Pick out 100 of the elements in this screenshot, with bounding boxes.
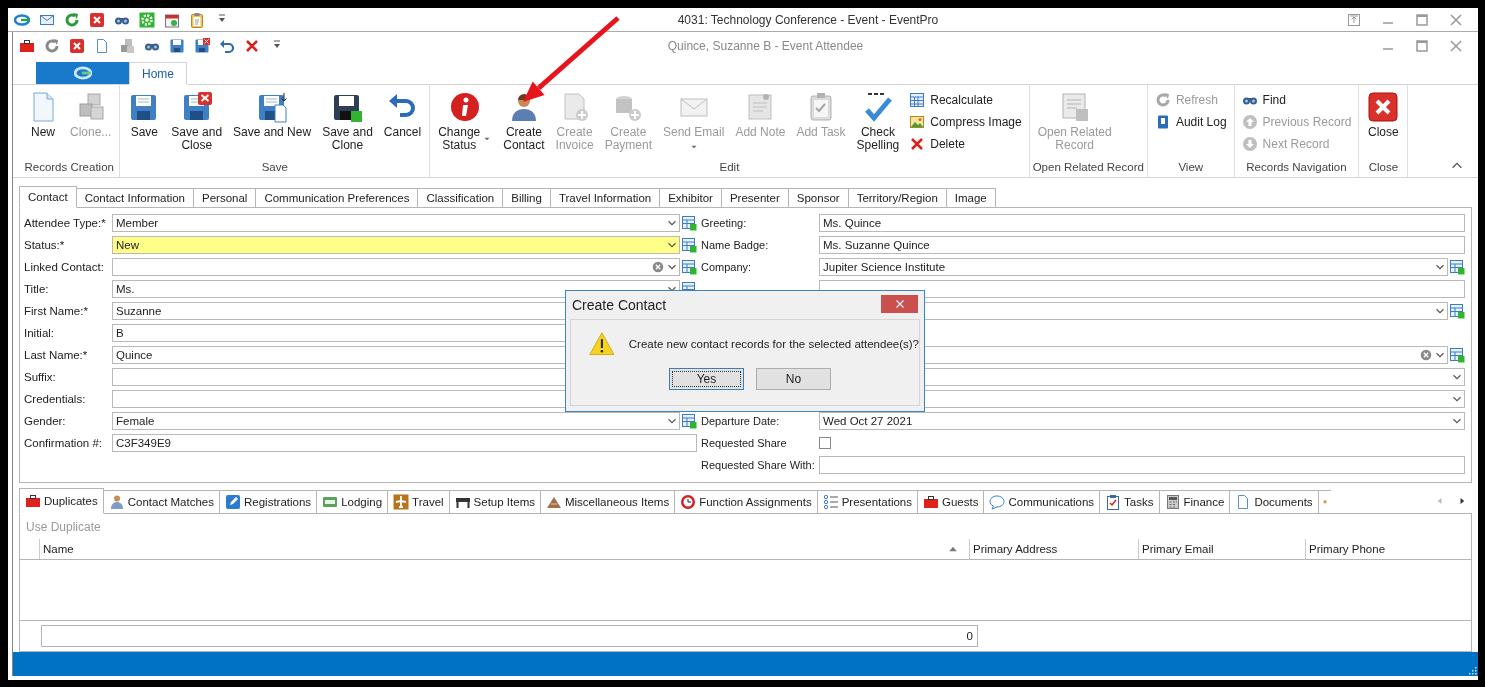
- window-float-icon[interactable]: [1346, 11, 1362, 28]
- form-tab[interactable]: Contact Information: [76, 188, 194, 208]
- detail-tab[interactable]: Miscellaneous Items: [540, 490, 676, 514]
- text-field[interactable]: [819, 280, 1465, 298]
- close-square-icon[interactable]: [89, 11, 105, 28]
- lookup-grid-icon[interactable]: [681, 413, 697, 429]
- close-icon: [1367, 91, 1400, 123]
- form-tab[interactable]: Presenter: [721, 188, 789, 208]
- delete-icon: [909, 136, 926, 152]
- document-icon[interactable]: [94, 38, 110, 54]
- detail-tab[interactable]: Contact Matches: [103, 490, 220, 514]
- lookup-grid-icon[interactable]: [681, 259, 697, 275]
- combo-box[interactable]: Member: [112, 214, 680, 232]
- detail-tab[interactable]: Setup Items: [449, 490, 541, 514]
- combo-box[interactable]: Female: [112, 412, 680, 430]
- floppy-disk-icon: [256, 91, 289, 123]
- ribbon-button[interactable]: Change Status: [433, 89, 498, 154]
- clear-icon[interactable]: [651, 260, 665, 274]
- detail-tab[interactable]: Lodging: [317, 490, 389, 514]
- form-tab[interactable]: Territory/Region: [848, 188, 947, 208]
- form-tab[interactable]: Billing: [503, 188, 551, 208]
- detail-tab[interactable]: Guests: [918, 490, 985, 514]
- ribbon-button[interactable]: Find: [1237, 89, 1356, 111]
- ribbon-button[interactable]: Delete: [905, 133, 1026, 155]
- combo-box[interactable]: Ms.: [112, 280, 680, 298]
- ribbon-button[interactable]: Close: [1362, 89, 1405, 141]
- clipboard-icon[interactable]: [189, 11, 205, 28]
- detail-tab[interactable]: Documents: [1230, 490, 1319, 514]
- ribbon-button[interactable]: Recalculate: [905, 89, 1026, 111]
- ribbon-button[interactable]: Cancel: [378, 89, 427, 141]
- detail-tab[interactable]: Duplicates: [19, 488, 104, 514]
- total-field: 0: [41, 625, 978, 647]
- gear-icon[interactable]: [139, 11, 155, 28]
- form-tab[interactable]: Communication Preferences: [256, 188, 419, 208]
- ribbon-button[interactable]: Save: [123, 89, 166, 141]
- dialog-button[interactable]: No: [756, 368, 831, 390]
- group-label: Close: [1367, 160, 1400, 175]
- column-header[interactable]: Primary Address: [970, 539, 1139, 559]
- combo-box[interactable]: New: [112, 236, 680, 254]
- ribbon-button[interactable]: New: [22, 89, 64, 141]
- column-header[interactable]: Name: [40, 539, 970, 559]
- combo-box[interactable]: Jupiter Science Institute: [819, 258, 1448, 276]
- form-tab[interactable]: Exhibitor: [660, 188, 722, 208]
- detail-tab[interactable]: Tasks: [1100, 490, 1160, 514]
- clear-icon[interactable]: [1419, 348, 1433, 362]
- text-field[interactable]: C3F349E9: [112, 434, 697, 452]
- window-title: 4031: Technology Conference - Event - EventPro: [676, 12, 939, 27]
- application-menu-button[interactable]: [36, 62, 129, 84]
- ribbon-button[interactable]: Save and Close: [166, 89, 228, 154]
- field-label: Requested Share: [701, 437, 788, 449]
- maximize-icon[interactable]: [1414, 11, 1430, 28]
- ribbon-button[interactable]: Check Spelling: [851, 89, 905, 154]
- lookup-grid-icon[interactable]: [1449, 303, 1465, 319]
- refresh-icon: [1154, 92, 1171, 108]
- refresh-icon[interactable]: [44, 38, 60, 54]
- detail-tab[interactable]: Communications: [984, 490, 1101, 514]
- form-tab[interactable]: Personal: [194, 188, 257, 208]
- detail-tab[interactable]: Function Assignments: [675, 490, 818, 514]
- text-field[interactable]: [819, 456, 1465, 474]
- maximize-icon[interactable]: [1414, 38, 1430, 54]
- group-label: Save: [260, 160, 289, 175]
- lookup-grid-icon[interactable]: [1449, 259, 1465, 275]
- form-tab[interactable]: Travel Information: [550, 188, 661, 208]
- cubes-icon[interactable]: [119, 38, 135, 54]
- text-field[interactable]: Ms. Quince: [819, 214, 1465, 232]
- lookup-grid-icon[interactable]: [681, 237, 697, 253]
- detail-tab[interactable]: Travel: [388, 490, 450, 514]
- field-label: Linked Contact:: [24, 261, 105, 273]
- resize-grip-icon[interactable]: [1466, 664, 1478, 676]
- form-tab[interactable]: Sponsor: [788, 188, 849, 208]
- ribbon-tab[interactable]: Home: [129, 62, 187, 85]
- combo-box[interactable]: Wed Oct 27 2021: [819, 412, 1465, 430]
- ribbon-button[interactable]: Save and Clone: [317, 89, 378, 154]
- briefcase-icon: [923, 494, 939, 510]
- checkbox[interactable]: [819, 437, 831, 449]
- close-button[interactable]: [881, 295, 918, 313]
- detail-tab[interactable]: Presentations: [817, 490, 918, 514]
- lookup-grid-icon[interactable]: [681, 215, 697, 231]
- refresh-icon[interactable]: [64, 11, 80, 28]
- calendar-icon[interactable]: [164, 11, 180, 28]
- dialog-button[interactable]: Yes: [669, 368, 744, 390]
- ribbon-button[interactable]: Compress Image: [905, 111, 1026, 133]
- close-icon[interactable]: [1448, 38, 1464, 54]
- form-tab[interactable]: Contact: [19, 186, 77, 208]
- ribbon-button[interactable]: Save and New: [228, 89, 317, 141]
- column-header[interactable]: Primary Email: [1139, 539, 1306, 559]
- form-tab[interactable]: Image: [946, 188, 996, 208]
- detail-tab[interactable]: Finance: [1159, 490, 1231, 514]
- close-icon[interactable]: [1448, 11, 1464, 28]
- form-tab[interactable]: Classification: [418, 188, 504, 208]
- undo-icon[interactable]: [219, 38, 235, 54]
- detail-tab[interactable]: Registrations: [220, 490, 318, 514]
- briefcase-icon[interactable]: [19, 38, 35, 54]
- app-logo-icon[interactable]: [14, 11, 30, 28]
- text-field[interactable]: Ms. Suzanne Quince: [819, 236, 1465, 254]
- ribbon-button[interactable]: Audit Log: [1150, 111, 1231, 133]
- delete-icon[interactable]: [244, 38, 260, 54]
- close-square-icon[interactable]: [69, 38, 85, 54]
- column-header[interactable]: Primary Phone: [1306, 539, 1471, 559]
- lookup-grid-icon[interactable]: [1449, 347, 1465, 363]
